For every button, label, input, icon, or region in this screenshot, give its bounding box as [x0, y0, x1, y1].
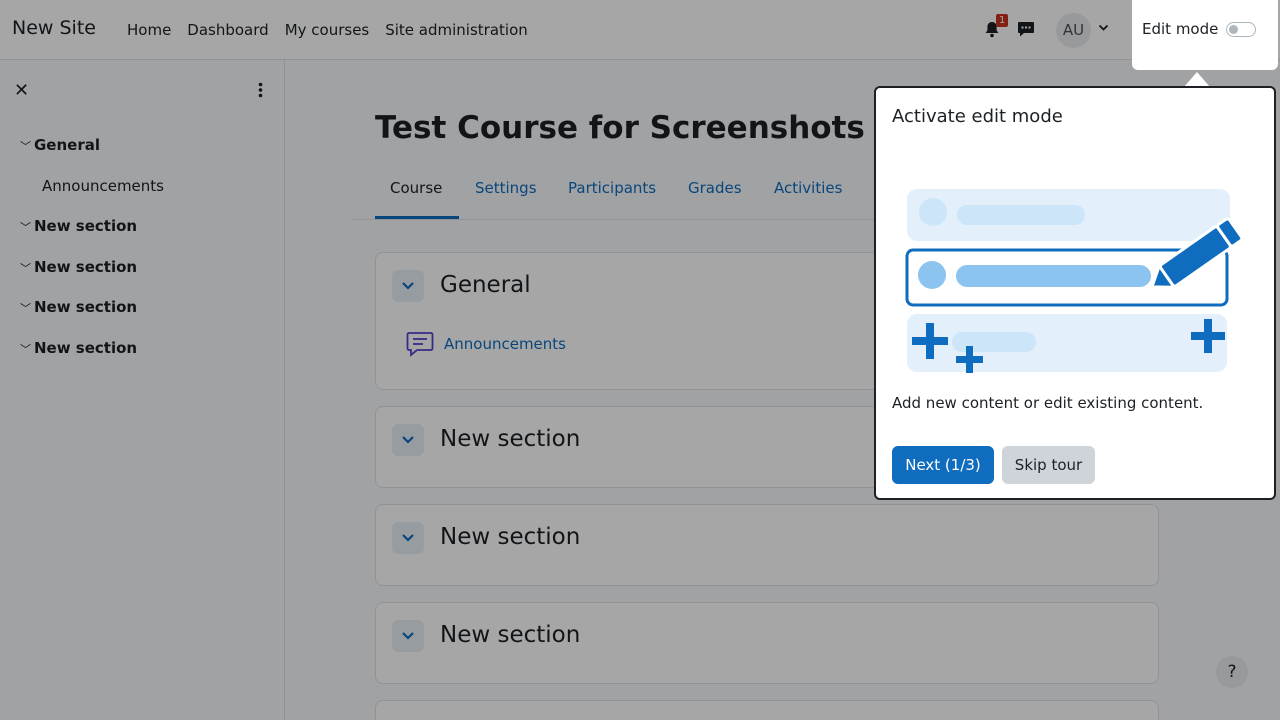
edit-mode-control: Edit mode — [1132, 0, 1278, 70]
tour-body: Add new content or edit existing content… — [892, 394, 1204, 412]
tour-title: Activate edit mode — [892, 106, 1063, 127]
tour-popover: Activate edit mode Add new content or ed… — [874, 86, 1276, 500]
edit-mode-illustration-icon — [905, 189, 1244, 373]
edit-mode-toggle[interactable] — [1226, 22, 1256, 37]
popover-arrow — [1184, 72, 1210, 87]
tour-skip-button[interactable]: Skip tour — [1002, 446, 1095, 484]
tour-next-button[interactable]: Next (1/3) — [892, 446, 994, 484]
edit-mode-label: Edit mode — [1142, 20, 1219, 38]
